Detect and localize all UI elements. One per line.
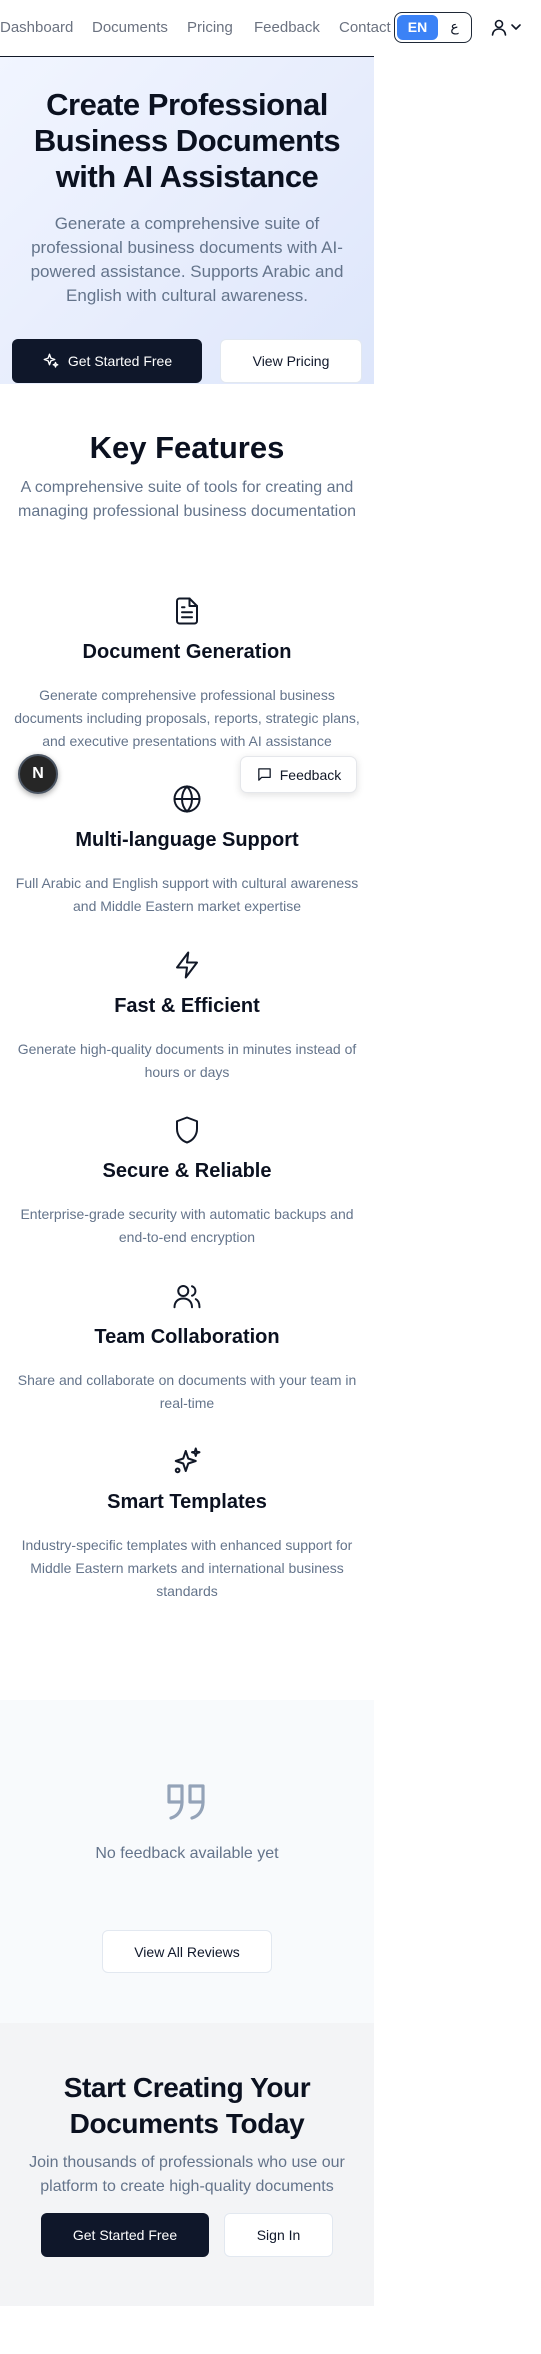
divider	[374, 56, 541, 58]
hero-section: Create Professional Business Documents w…	[0, 57, 374, 384]
language-en-option[interactable]: EN	[397, 15, 438, 40]
feature-description: Share and collaborate on documents with …	[17, 1372, 357, 1411]
feature-title: Fast & Efficient	[114, 995, 260, 1017]
dev-tools-badge[interactable]: N	[18, 754, 58, 794]
top-navigation: Dashboard Documents Pricing Feedback Con…	[0, 0, 541, 58]
document-icon	[176, 597, 198, 625]
feature-description: Enterprise-grade security with automatic…	[20, 1206, 354, 1245]
hero-title: Create Professional Business Documents w…	[33, 87, 341, 194]
shield-icon	[176, 1116, 198, 1144]
features-subtitle: A comprehensive suite of tools for creat…	[18, 479, 356, 520]
nav-link-dashboard[interactable]: Dashboard	[0, 19, 73, 36]
user-icon	[491, 19, 507, 36]
sparkles-icon	[43, 353, 59, 368]
chevron-down-icon	[511, 24, 521, 30]
testimonials-section: No feedback available yet View All Revie…	[0, 1700, 374, 2023]
features-title: Key Features	[89, 430, 285, 465]
feedback-floating-label: Feedback	[279, 766, 342, 783]
get-started-button[interactable]: Get Started Free	[12, 339, 202, 383]
nav-link-contact[interactable]: Contact	[339, 19, 391, 36]
feature-title: Multi-language Support	[75, 829, 299, 851]
empty-feedback-text: No feedback available yet	[95, 1845, 279, 1862]
nav-link-feedback[interactable]: Feedback	[254, 19, 320, 36]
get-started-label: Get Started Free	[67, 353, 173, 369]
feedback-floating-button[interactable]: Feedback	[240, 756, 357, 793]
nav-link-pricing[interactable]: Pricing	[187, 19, 233, 36]
language-ar-option[interactable]: ع	[438, 15, 471, 40]
cta-title: Start Creating Your Documents Today	[63, 2072, 311, 2139]
sign-in-button[interactable]: Sign In	[224, 2213, 333, 2257]
lightning-icon	[176, 951, 198, 979]
globe-icon	[173, 785, 201, 813]
sparkles-icon	[174, 1447, 201, 1474]
nav-link-documents[interactable]: Documents	[92, 19, 168, 36]
feature-description: Industry-specific templates with enhance…	[21, 1537, 353, 1599]
users-icon	[173, 1285, 201, 1309]
message-square-icon	[257, 768, 271, 781]
cta-get-started-button[interactable]: Get Started Free	[41, 2213, 209, 2257]
feature-description: Full Arabic and English support with cul…	[15, 875, 359, 914]
cta-subtitle: Join thousands of professionals who use …	[29, 2154, 345, 2195]
feature-title: Smart Templates	[107, 1491, 267, 1513]
language-toggle[interactable]: EN ع	[394, 12, 472, 43]
feature-title: Document Generation	[82, 641, 292, 663]
view-all-reviews-button[interactable]: View All Reviews	[102, 1930, 272, 1973]
feature-title: Secure & Reliable	[102, 1160, 272, 1182]
cta-section: Start Creating Your Documents Today Join…	[0, 2023, 374, 2306]
user-menu-button[interactable]	[490, 18, 530, 38]
hero-subtitle: Generate a comprehensive suite of profes…	[30, 214, 344, 305]
quote-icon	[167, 1784, 205, 1820]
view-pricing-button[interactable]: View Pricing	[220, 339, 362, 383]
feature-description: Generate comprehensive professional busi…	[14, 687, 360, 749]
feature-description: Generate high-quality documents in minut…	[17, 1041, 357, 1080]
feature-title: Team Collaboration	[94, 1326, 280, 1348]
